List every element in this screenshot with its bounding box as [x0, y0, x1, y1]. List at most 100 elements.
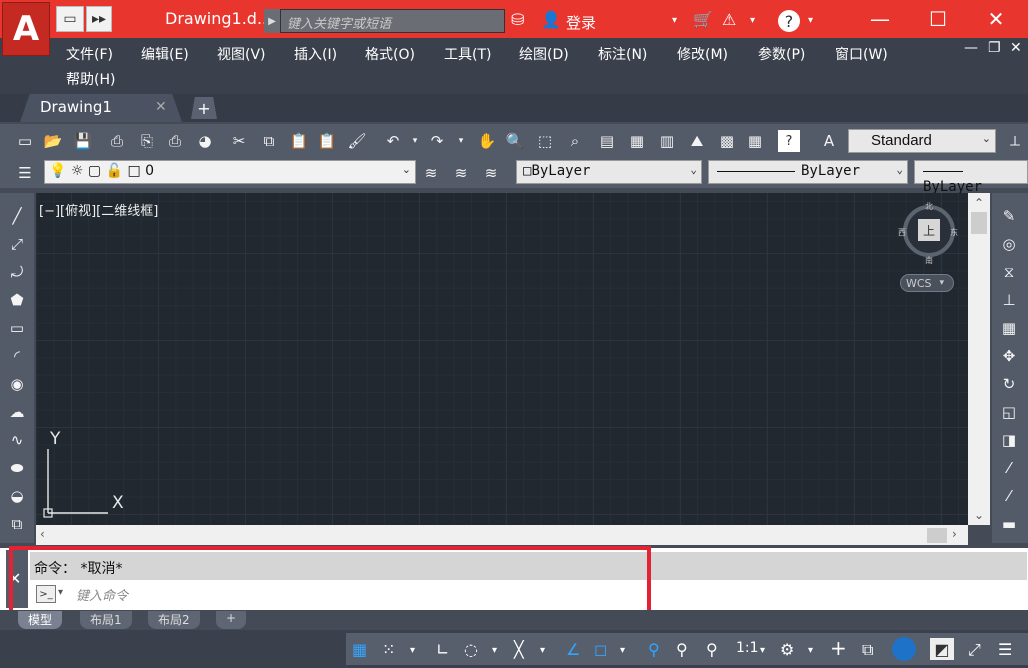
menu-window[interactable]: 窗口(W) [835, 44, 888, 64]
tool-palettes-icon[interactable]: ▥ [656, 130, 678, 152]
wcs-menu-button[interactable]: WCS ▾ [900, 274, 954, 292]
scroll-up-icon[interactable]: ⌃ [974, 196, 984, 210]
text-style-select[interactable]: Standard ⌄ [848, 129, 996, 153]
offset-icon[interactable]: ⊥ [998, 289, 1020, 311]
layer-states-icon[interactable]: ≋ [480, 162, 502, 184]
polar-dropdown-icon[interactable]: ▾ [492, 645, 497, 656]
menu-insert[interactable]: 插入(I) [294, 44, 337, 64]
workspace-gear-icon[interactable]: ⚙ [780, 640, 794, 659]
ellipse-arc-icon[interactable]: ◒ [6, 485, 28, 507]
markup-icon[interactable]: ▩ [716, 130, 738, 152]
match-properties-icon[interactable]: 🖌 [346, 130, 368, 152]
help-toolbar-icon[interactable]: ? [778, 130, 800, 152]
command-prompt-icon[interactable]: >_ [36, 585, 56, 603]
zoom-window-icon[interactable]: ⬚ [534, 130, 556, 152]
recent-commands-dropdown-icon[interactable]: ▾ [58, 587, 63, 598]
arc-icon[interactable]: ◜ [6, 345, 28, 367]
login-dropdown-icon[interactable]: ▾ [672, 15, 677, 26]
line-icon[interactable]: ╱ [6, 205, 28, 227]
sign-in-button[interactable]: 登录 [566, 12, 596, 33]
scale-icon[interactable]: ◱ [998, 401, 1020, 423]
paste-icon[interactable]: 📋 [288, 130, 310, 152]
scale-dropdown-icon[interactable]: ▾ [760, 645, 765, 656]
copy-object-icon[interactable]: ◎ [998, 233, 1020, 255]
drawing-canvas[interactable]: Y X [36, 193, 968, 525]
grid-icon[interactable]: ▦ [352, 640, 367, 659]
snap-icon[interactable]: ⁙ [382, 640, 395, 659]
mirror-icon[interactable]: ⧖ [998, 261, 1020, 283]
zoom-previous-icon[interactable]: ⌕ [564, 130, 586, 152]
new-tab-button[interactable]: + [191, 97, 217, 119]
isodraft-icon[interactable]: ╳ [514, 640, 524, 659]
auto-scale-icon[interactable]: ⚲ [676, 640, 688, 659]
close-icon[interactable]: ✕ [966, 4, 1026, 34]
dim-style-icon[interactable]: ⟂ [1004, 130, 1026, 152]
units-icon[interactable]: ⧉ [862, 640, 873, 660]
user-icon[interactable]: 👤 [541, 10, 561, 29]
polar-icon[interactable]: ◌ [464, 640, 478, 659]
object-snap-tracking-icon[interactable]: ∠ [566, 640, 580, 659]
snap-dropdown-icon[interactable]: ▾ [410, 645, 415, 656]
tab-layout1[interactable]: 布局1 [80, 611, 132, 629]
annotation-scale-icon[interactable]: ⚲ [706, 640, 718, 659]
text-style-icon[interactable]: A [818, 130, 840, 152]
tab-model[interactable]: 模型 [18, 611, 63, 629]
command-close-icon[interactable]: ✕ [8, 569, 21, 588]
menu-dimension[interactable]: 标注(N) [598, 44, 647, 64]
application-menu-button[interactable]: A [2, 2, 50, 56]
move-icon[interactable]: ✥ [998, 345, 1020, 367]
make-current-layer-icon[interactable]: ≋ [420, 162, 442, 184]
revision-cloud-icon[interactable]: ☁ [6, 401, 28, 423]
break-icon[interactable]: ▬ [998, 513, 1020, 535]
construction-line-icon[interactable]: ⤢ [6, 233, 28, 255]
ortho-icon[interactable]: ∟ [436, 640, 449, 659]
binoculars-icon[interactable]: ⛁ [511, 10, 524, 29]
trim-icon[interactable]: ⁄ [998, 457, 1020, 479]
viewport-controls-label[interactable]: [−][俯视][二维线框] [39, 200, 158, 219]
paste-special-icon[interactable]: 📋 [316, 130, 338, 152]
tab-layout2[interactable]: 布局2 [148, 611, 200, 629]
viewcube-top[interactable]: 上 [918, 219, 940, 241]
menu-view[interactable]: 视图(V) [217, 44, 266, 64]
menu-file[interactable]: 文件(F) [66, 44, 113, 64]
open-icon[interactable]: 📂 [42, 130, 64, 152]
sheet-set-icon[interactable]: ⛰ [686, 130, 708, 152]
array-icon[interactable]: ▦ [998, 317, 1020, 339]
object-snap-icon[interactable]: ◻ [594, 640, 607, 659]
menu-edit[interactable]: 编辑(E) [141, 44, 189, 64]
qnew-icon[interactable]: ▭ [14, 130, 36, 152]
a360-icon[interactable]: ⚠ [722, 10, 736, 29]
zoom-realtime-icon[interactable]: 🔍 [504, 130, 526, 152]
ellipse-icon[interactable]: ⬬ [6, 457, 28, 479]
doc-minimize-icon[interactable]: — [964, 40, 978, 56]
redo-icon[interactable]: ↷ [426, 130, 448, 152]
design-center-icon[interactable]: ▦ [626, 130, 648, 152]
redo-dropdown-icon[interactable]: ▾ [450, 130, 472, 152]
copy-icon[interactable]: ⧉ [258, 130, 280, 152]
layer-properties-icon[interactable]: ☰ [14, 162, 36, 184]
polygon-icon[interactable]: ⬟ [6, 289, 28, 311]
layer-select[interactable]: 💡 ☼ ▢ 🔓 □ 0 ⌄ [44, 160, 416, 184]
properties-icon[interactable]: ▤ [596, 130, 618, 152]
pan-icon[interactable]: ✋ [476, 130, 498, 152]
insert-block-icon[interactable]: ⧉ [6, 513, 28, 535]
publish-icon[interactable]: ⎙ [164, 130, 186, 152]
scroll-down-icon[interactable]: ⌄ [974, 508, 984, 522]
scroll-left-icon[interactable]: ‹ [40, 527, 45, 541]
cart-icon[interactable]: 🛒 [693, 10, 713, 29]
3d-print-icon[interactable]: ◕ [194, 130, 216, 152]
doc-restore-icon[interactable]: ❐ [988, 40, 1001, 56]
horizontal-scroll-thumb[interactable] [927, 528, 947, 543]
clean-screen-icon[interactable]: ⤢ [968, 640, 981, 660]
vertical-scroll-thumb[interactable] [971, 212, 987, 234]
new-file-icon[interactable]: ▭ [56, 6, 84, 32]
menu-tools[interactable]: 工具(T) [444, 44, 491, 64]
help-search-input[interactable]: 键入关键字或短语 [280, 9, 505, 33]
menu-format[interactable]: 格式(O) [365, 44, 415, 64]
erase-icon[interactable]: ✎ [998, 205, 1020, 227]
customization-menu-icon[interactable]: ☰ [998, 640, 1012, 659]
command-input[interactable]: 键入命令 [30, 582, 644, 606]
help-dropdown-icon[interactable]: ▾ [808, 15, 813, 26]
extend-icon[interactable]: ⁄ [998, 485, 1020, 507]
stretch-icon[interactable]: ◨ [998, 429, 1020, 451]
